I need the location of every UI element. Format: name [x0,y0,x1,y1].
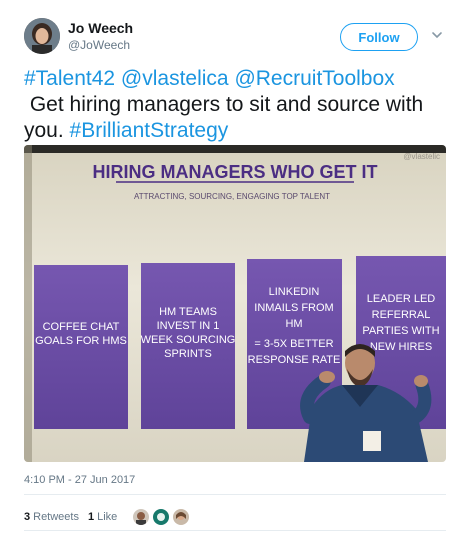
engager-avatar[interactable] [152,508,171,526]
card-3-line: INMAILS FROM [254,302,333,314]
retweet-count[interactable]: 3 [24,511,30,523]
card-4-line: NEW HIRES [370,341,432,353]
mention-link[interactable]: @vlastelica [121,67,229,90]
likes-label[interactable]: Like [97,511,117,523]
card-1-line: COFFEE CHAT [43,321,120,333]
card-2-line: WEEK SOURCING [141,334,236,346]
card-4-line: LEADER LED [367,293,436,305]
divider [24,494,446,495]
author-handle[interactable]: @JoWeech [68,38,130,52]
tweet-photo[interactable]: @vlastelic HIRING MANAGERS WHO GET IT AT… [24,145,446,462]
author-name[interactable]: Jo Weech [68,20,133,36]
presentation-slide-image: @vlastelic HIRING MANAGERS WHO GET IT AT… [24,145,446,462]
card-2-line: HM TEAMS [159,306,217,318]
hashtag-link[interactable]: #BrilliantStrategy [70,119,229,142]
author-avatar[interactable] [24,18,60,54]
card-3-line: HM [285,318,302,330]
card-2-line: INVEST IN 1 [157,320,220,332]
slide-subtitle: ATTRACTING, SOURCING, ENGAGING TOP TALEN… [134,192,330,201]
follow-button[interactable]: Follow [340,23,418,51]
card-4-line: REFERRAL [372,309,431,321]
card-3-line: LINKEDIN [269,286,320,298]
mention-link[interactable]: @RecruitToolbox [234,67,394,90]
engager-avatar[interactable] [132,508,151,526]
card-1-line: GOALS FOR HMS [35,335,127,347]
slide-title: HIRING MANAGERS WHO GET IT [93,162,378,182]
card-4-line: PARTIES WITH [362,325,439,337]
slide-watermark: @vlastelic [403,152,440,161]
engager-avatar[interactable] [172,508,191,526]
card-3-line: RESPONSE RATE [248,354,341,366]
card-2-line: SPRINTS [164,348,212,360]
divider [24,530,446,531]
slide-card-1 [34,265,128,429]
card-3-line: = 3-5X BETTER [254,338,333,350]
retweets-label[interactable]: Retweets [33,511,79,523]
slide-card-2 [141,263,235,429]
tweet-text: #Talent42 @vlastelica @RecruitToolbox Ge… [24,66,439,144]
chevron-down-icon[interactable] [430,28,444,42]
engagement-stats: 3 Retweets 1 Like [24,508,192,526]
tweet-card: Jo Weech @JoWeech Follow #Talent42 @vlas… [0,0,459,539]
hashtag-link[interactable]: #Talent42 [24,67,115,90]
tweet-timestamp[interactable]: 4:10 PM - 27 Jun 2017 [24,474,135,486]
like-count[interactable]: 1 [88,511,94,523]
engager-avatars [132,508,192,526]
